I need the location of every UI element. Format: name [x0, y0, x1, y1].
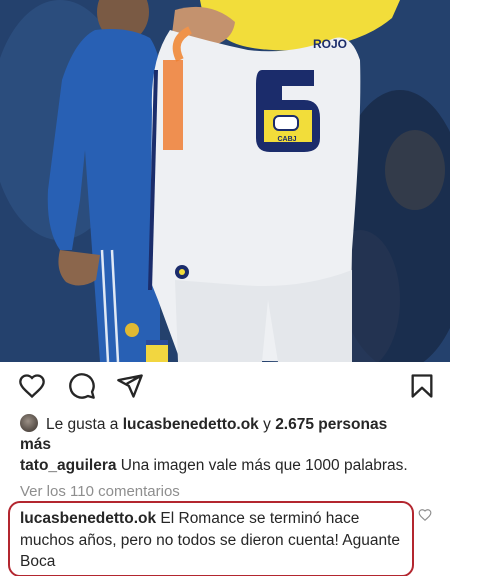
caption-text: Una imagen vale más que 1000 palabras.	[120, 457, 408, 474]
post-action-bar	[18, 372, 438, 402]
caption-username[interactable]: tato_aguilera	[20, 457, 116, 474]
likes-user-link[interactable]: lucasbenedetto.ok	[123, 416, 259, 433]
comment: lucasbenedetto.ok El Romance se terminó …	[20, 508, 400, 573]
heart-icon[interactable]	[18, 372, 46, 400]
view-comments-link[interactable]: Ver los 110 comentarios	[20, 483, 180, 500]
likes-prefix: Le gusta a	[46, 416, 119, 433]
post-caption: tato_aguilera Una imagen vale más que 10…	[20, 456, 450, 476]
jersey-crest-text: CABJ	[277, 136, 296, 143]
likes-connector: y	[263, 416, 271, 433]
comment-heart-icon[interactable]	[418, 508, 432, 522]
comment-icon[interactable]	[68, 372, 96, 400]
post-image-illustration: CABJ ROJO	[0, 0, 450, 362]
send-icon[interactable]	[116, 372, 144, 400]
post-image[interactable]: CABJ ROJO	[0, 0, 450, 362]
jersey-name-text: ROJO	[313, 37, 347, 51]
bookmark-icon[interactable]	[408, 372, 436, 400]
likes-summary: Le gusta a lucasbenedetto.ok y 2.675 per…	[20, 414, 420, 455]
avatar[interactable]	[20, 414, 38, 432]
comment-username[interactable]: lucasbenedetto.ok	[20, 510, 156, 527]
